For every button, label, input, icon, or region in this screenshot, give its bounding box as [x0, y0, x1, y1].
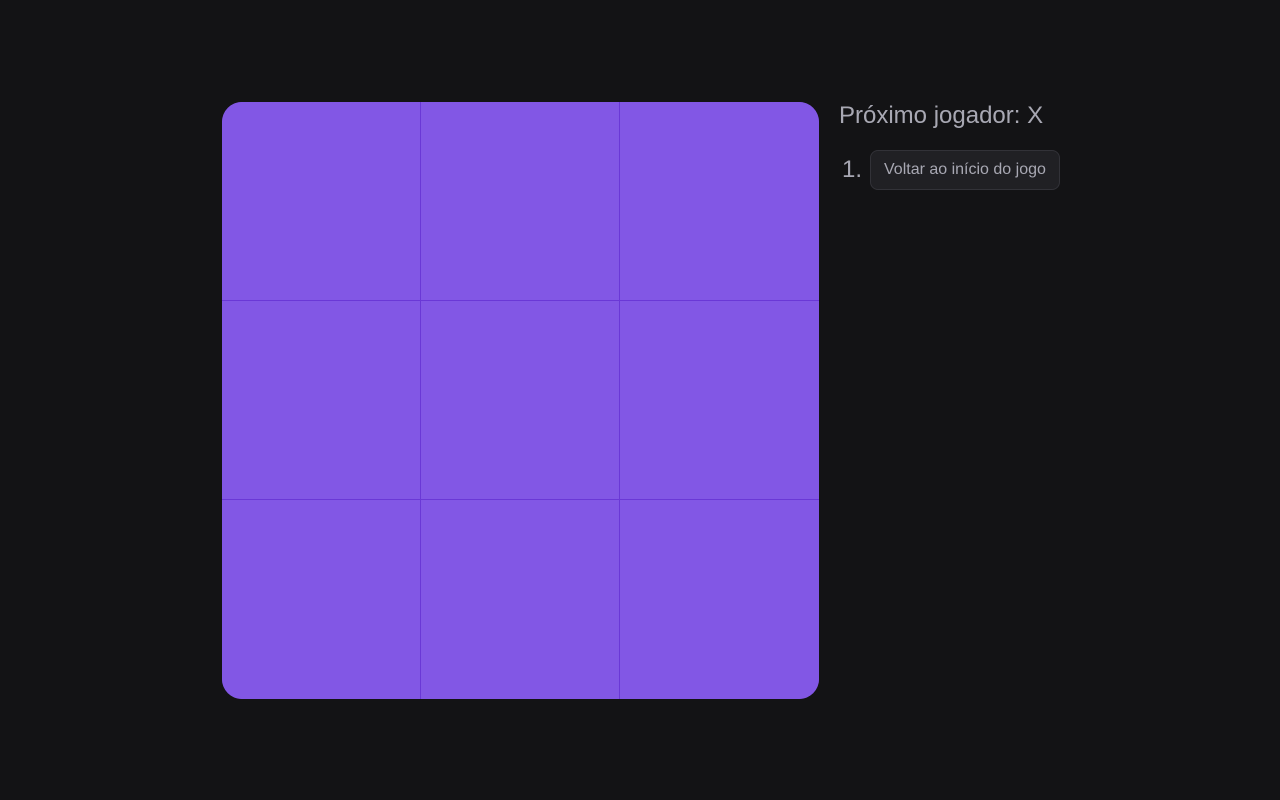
board-square-2[interactable]	[421, 102, 620, 301]
board-square-8[interactable]	[421, 500, 620, 699]
board-square-1[interactable]	[222, 102, 421, 301]
board-square-3[interactable]	[620, 102, 819, 301]
status-text: Próximo jogador: X	[839, 102, 1044, 129]
move-number: 1.	[842, 156, 863, 183]
board-square-6[interactable]	[620, 301, 819, 500]
game-board	[222, 102, 819, 699]
board-square-4[interactable]	[222, 301, 421, 500]
move-list-item: 1. Voltar ao início do jogo	[839, 150, 1099, 190]
board-square-9[interactable]	[620, 500, 819, 699]
game-info: Próximo jogador: X 1. Voltar ao início d…	[839, 102, 1099, 198]
move-history: 1. Voltar ao início do jogo	[839, 150, 1099, 190]
board-square-5[interactable]	[421, 301, 620, 500]
game: Próximo jogador: X 1. Voltar ao início d…	[222, 102, 1099, 699]
board-square-7[interactable]	[222, 500, 421, 699]
jump-to-start-button[interactable]: Voltar ao início do jogo	[870, 150, 1060, 190]
